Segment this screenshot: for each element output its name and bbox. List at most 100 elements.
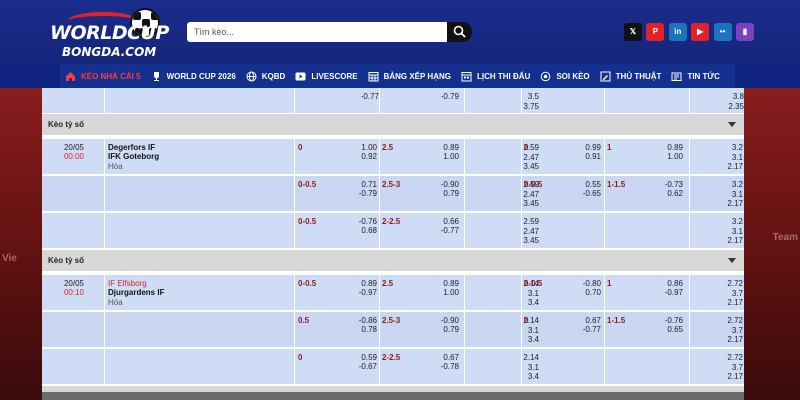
odds-1x2-half-value: 3.2 [731, 180, 743, 189]
over-under-line: 2.5 [382, 143, 394, 152]
match-time: 00:10 [63, 288, 85, 297]
odds-1x2-value: 3.4 [527, 335, 539, 344]
table-cell-divider [689, 139, 690, 174]
next-league-bar[interactable] [42, 392, 744, 400]
odds-value: 3.8 [732, 92, 744, 101]
over-under-line: 2-2.5 [382, 353, 401, 362]
play-icon [295, 71, 306, 82]
calendar-icon [461, 71, 472, 82]
search-input[interactable] [187, 22, 449, 42]
odds-1x2-half-value: 2.72 [727, 353, 743, 362]
table-cell-divider [689, 349, 690, 384]
odds-1x2-value: 2.47 [523, 152, 539, 162]
odds-value: -0.77 [360, 92, 379, 101]
caret-down-icon[interactable] [728, 258, 736, 263]
nav-item-label: WORLD CUP 2026 [166, 71, 236, 81]
home-team: IF Elfsborg [108, 279, 147, 288]
odds-1x2-value: 3.45 [523, 236, 539, 245]
table-cell-divider [464, 176, 465, 211]
over-under-line-half: 1-1.5 [607, 180, 626, 189]
table-cell-divider [689, 213, 690, 248]
odds-1x2-value: 2.59 [523, 143, 539, 152]
table-cell-divider [689, 312, 690, 347]
table-row: 0 0.59 -0.67 2-2.5 0.67 -0.78 2.14 3.1 3.4 2.72 3.… [42, 349, 744, 385]
youtube-icon[interactable]: ▶ [691, 23, 710, 41]
section-header[interactable]: Kèo tỷ số [42, 250, 744, 271]
draw-label: Hòa [108, 162, 123, 171]
nav-item-lịch-thi-đấu[interactable]: LỊCH THI ĐẤU [456, 64, 535, 88]
handicap-line: 0-0.5 [298, 180, 317, 189]
nav-item-world-cup-2026[interactable]: WORLD CUP 2026 [146, 64, 241, 88]
x-icon[interactable]: 𝕏 [624, 23, 642, 41]
odds-value: -0.76 [664, 316, 683, 325]
nav-item-kèo-nhà-cái-5[interactable]: KÈO NHÀ CÁI 5 [60, 64, 146, 88]
table-row: 0-0.5 -0.76 0.68 2-2.5 0.66 -0.77 2.59 2.47 3.45… [42, 213, 744, 249]
handicap-line: 0.5 [298, 316, 310, 325]
table-cell-divider [294, 275, 295, 310]
odds-value: 0.71 [361, 180, 377, 189]
odds-1x2-value: 2.14 [523, 316, 539, 325]
pinterest-icon[interactable]: P [646, 23, 665, 41]
odds-value: -0.86 [358, 316, 377, 325]
odds-1x2-value: 2.59 [523, 217, 539, 226]
linkedin-icon[interactable]: in [668, 23, 687, 41]
odds-value: 0.59 [361, 353, 377, 362]
odds-value: -0.79 [358, 189, 377, 198]
twitch-icon[interactable]: ▮ [736, 23, 754, 41]
odds-value: -0.77 [582, 325, 601, 334]
odds-1x2-value: 2.47 [523, 226, 539, 236]
table-cell-divider [294, 213, 295, 248]
odds-1x2-value: 3.45 [523, 199, 539, 208]
odds-value: -0.97 [664, 288, 683, 297]
search-icon [453, 25, 466, 38]
over-under-line-half: 1-1.5 [607, 316, 626, 325]
table-cell-divider [104, 213, 105, 248]
table-row: 0-0.5 0.71 -0.79 2.5-3 -0.90 0.79 2.59 2.47 3.45… [42, 176, 744, 212]
odds-1x2-half-value: 2.17 [727, 335, 743, 344]
table-cell-divider [104, 139, 105, 174]
section-header[interactable]: Kèo tỷ số [42, 114, 744, 135]
nav-item-kqbd[interactable]: KQBD [241, 64, 291, 88]
odds-value: -0.77 [440, 226, 459, 235]
site-logo[interactable]: WORLDCUP BONGDA.COM [50, 8, 169, 60]
odds-value: 0.66 [443, 217, 459, 226]
odds-1x2-half-value: 3.7 [731, 288, 743, 298]
nav-item-label: LIVESCORE [311, 71, 358, 81]
over-under-line-half: 1 [607, 279, 612, 288]
table-cell-divider [104, 312, 105, 347]
odds-value: 0.89 [443, 143, 459, 152]
nav-item-soi-kèo[interactable]: SOI KÈO [535, 64, 594, 88]
nav-item-thủ-thuật[interactable]: THỦ THUẬT [595, 64, 667, 88]
over-under-line-half: 1 [607, 143, 612, 152]
table-cell-divider [379, 139, 380, 174]
table-cell-divider [464, 312, 465, 347]
site-header: WORLDCUP BONGDA.COM 𝕏Pin▶••▮ [0, 0, 800, 64]
handicap-line: 0 [298, 143, 303, 152]
odds-value: 1.00 [443, 288, 459, 297]
caret-down-icon[interactable] [728, 122, 736, 127]
logo-text-bottom: BONGDA.COM [62, 45, 157, 59]
odds-value: 2.35 [728, 102, 744, 111]
nav-item-bảng-xếp-hạng[interactable]: BẢNG XẾP HẠNG [363, 64, 456, 88]
odds-value: -0.79 [440, 92, 459, 101]
calendar-grid-icon [368, 71, 379, 82]
section-label: Kèo tỷ số [48, 256, 85, 265]
flickr-icon[interactable]: •• [713, 23, 732, 41]
table-cell-divider [464, 213, 465, 248]
over-under-line: 2.5-3 [382, 316, 401, 325]
search-button[interactable] [447, 22, 472, 42]
nav-item-tin-tức[interactable]: TIN TỨC [666, 64, 724, 88]
nav-item-livescore[interactable]: LIVESCORE [290, 64, 362, 88]
odds-value: -0.76 [358, 217, 377, 226]
table-cell-divider [604, 213, 605, 248]
table-row: -0.77 -0.79 3.5 3.75 3.8 2.35 [42, 88, 744, 114]
odds-1x2-value: 3.4 [527, 372, 539, 381]
table-cell-divider [294, 88, 295, 113]
odds-value: 0.89 [443, 279, 459, 288]
table-cell-divider [294, 349, 295, 384]
table-row: 20/05 00:10 IF Elfsborg Djurgardens IF Hòa 0-… [42, 275, 744, 311]
odds-value: 1.00 [443, 152, 459, 161]
table-row: 20/05 00:00 Degerfors IF IFK Goteborg Hòa 0 1.… [42, 139, 744, 175]
table-cell-divider [604, 349, 605, 384]
away-team: Djurgardens IF [108, 288, 165, 297]
